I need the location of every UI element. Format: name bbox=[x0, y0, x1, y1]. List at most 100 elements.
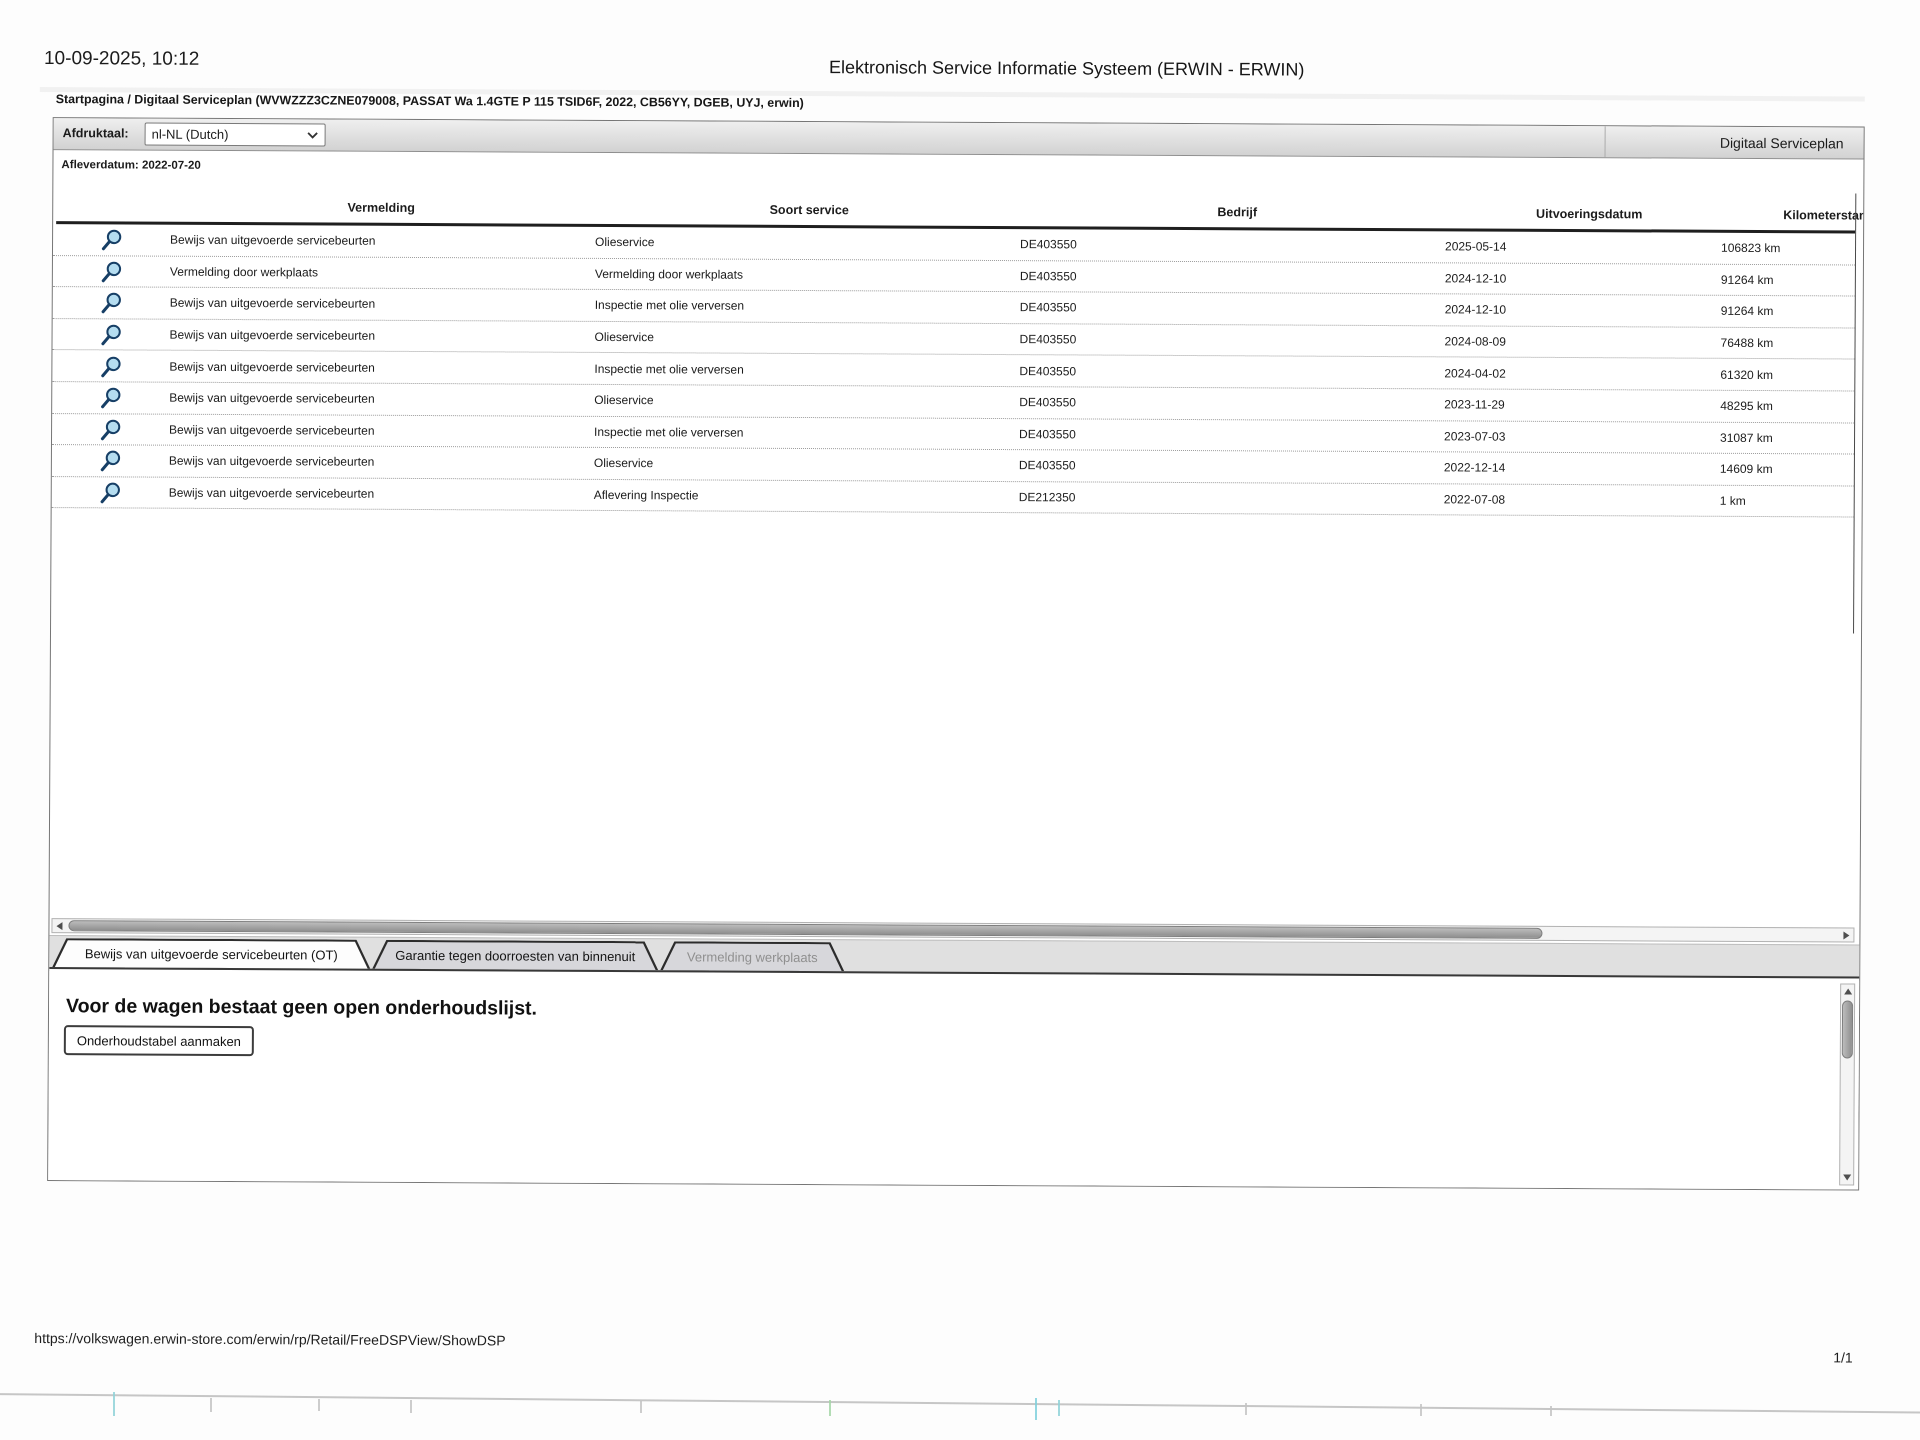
delivery-date: Afleverdatum: 2022-07-20 bbox=[61, 159, 201, 172]
cell-kilometerstand: 31087 km bbox=[1720, 430, 1773, 445]
magnifier-icon[interactable] bbox=[100, 291, 126, 315]
cell-soort-service: Olieservice bbox=[595, 235, 655, 250]
cell-uitvoeringsdatum: 2023-11-29 bbox=[1444, 397, 1505, 412]
magnifier-icon[interactable] bbox=[99, 449, 125, 473]
column-header-bedrijf: Bedrijf bbox=[1217, 205, 1258, 220]
cell-uitvoeringsdatum: 2024-12-10 bbox=[1444, 302, 1507, 318]
tab-vermelding-werkplaats[interactable]: Vermelding werkplaats bbox=[660, 941, 844, 971]
cell-kilometerstand: 91264 km bbox=[1720, 272, 1774, 287]
magnifier-icon[interactable] bbox=[100, 322, 126, 346]
chevron-down-icon bbox=[307, 127, 319, 142]
magnifier-icon[interactable] bbox=[100, 259, 126, 283]
toolbar: Afdruktaal: nl-NL (Dutch) Digitaal Servi… bbox=[53, 118, 1864, 160]
cell-vermelding: Bewijs van uitgevoerde servicebeurten bbox=[169, 422, 375, 438]
tab-label: Garantie tegen doorroesten van binnenuit bbox=[395, 947, 636, 965]
scroll-left-arrow[interactable] bbox=[52, 919, 66, 932]
cell-soort-service: Vermelding door werkplaats bbox=[594, 266, 744, 282]
cell-soort-service: Aflevering Inspectie bbox=[593, 487, 699, 503]
magnifier-icon[interactable] bbox=[99, 480, 125, 504]
scan-artifact bbox=[113, 1392, 115, 1416]
cell-uitvoeringsdatum: 2023-07-03 bbox=[1444, 429, 1506, 444]
scroll-down-arrow[interactable] bbox=[1840, 1170, 1853, 1184]
column-header-vermelding: Vermelding bbox=[347, 200, 415, 215]
scanned-page: 10-09-2025, 10:12 Elektronisch Service I… bbox=[0, 0, 1920, 1440]
print-language-value: nl-NL (Dutch) bbox=[151, 126, 229, 142]
print-language-select[interactable]: nl-NL (Dutch) bbox=[144, 122, 326, 147]
cell-uitvoeringsdatum: 2024-12-10 bbox=[1444, 271, 1507, 286]
cell-bedrijf: DE403550 bbox=[1019, 269, 1077, 284]
cell-kilometerstand: 106823 km bbox=[1721, 241, 1781, 256]
right-triangle-icon bbox=[1843, 930, 1850, 939]
create-maintenance-table-button[interactable]: Onderhoudstabel aanmaken bbox=[63, 1025, 255, 1057]
cell-uitvoeringsdatum: 2022-12-14 bbox=[1443, 460, 1506, 476]
magnifier-icon[interactable] bbox=[99, 386, 125, 410]
cell-kilometerstand: 76488 km bbox=[1720, 335, 1774, 351]
tab-garantie-doorroesten[interactable]: Garantie tegen doorroesten van binnenuit bbox=[372, 940, 658, 970]
cell-soort-service: Inspectie met olie verversen bbox=[594, 361, 744, 377]
cell-kilometerstand: 1 km bbox=[1719, 493, 1746, 508]
magnifier-icon[interactable] bbox=[99, 354, 125, 378]
column-header-kilometerstand: Kilometerstand bbox=[1783, 208, 1865, 223]
cell-soort-service: Olieservice bbox=[594, 393, 654, 408]
cell-vermelding: Bewijs van uitgevoerde servicebeurten bbox=[169, 327, 376, 343]
print-language-label: Afdruktaal: bbox=[62, 126, 129, 141]
magnifier-icon[interactable] bbox=[100, 228, 126, 252]
column-header-soort-service: Soort service bbox=[769, 202, 849, 218]
breadcrumb[interactable]: Startpagina / Digitaal Serviceplan (WVWZ… bbox=[56, 92, 804, 110]
cell-soort-service: Olieservice bbox=[593, 456, 654, 471]
tab-label: Bewijs van uitgevoerde servicebeurten (O… bbox=[84, 946, 338, 963]
cell-bedrijf: DE403550 bbox=[1018, 458, 1076, 473]
cell-vermelding: Vermelding door werkplaats bbox=[169, 264, 319, 280]
scan-artifact bbox=[318, 1399, 320, 1411]
cell-bedrijf: DE403550 bbox=[1020, 237, 1077, 252]
vertical-scrollbar-thumb[interactable] bbox=[1841, 1000, 1854, 1059]
column-header-uitvoeringsdatum: Uitvoeringsdatum bbox=[1536, 206, 1643, 222]
cell-kilometerstand: 48295 km bbox=[1720, 399, 1773, 414]
vertical-scrollbar[interactable] bbox=[1839, 983, 1856, 1186]
serviceplan-panel: Afdruktaal: nl-NL (Dutch) Digitaal Servi… bbox=[47, 117, 1865, 1191]
cell-vermelding: Bewijs van uitgevoerde servicebeurten bbox=[169, 296, 376, 312]
cell-soort-service: Inspectie met olie verversen bbox=[594, 298, 745, 314]
cell-vermelding: Bewijs van uitgevoerde servicebeurten bbox=[169, 390, 375, 407]
cell-vermelding: Bewijs van uitgevoerde servicebeurten bbox=[168, 485, 375, 501]
panel-title: Digitaal Serviceplan bbox=[1604, 126, 1864, 159]
up-triangle-icon bbox=[1843, 988, 1852, 995]
scan-artifact bbox=[1550, 1406, 1552, 1416]
cell-uitvoeringsdatum: 2025-05-14 bbox=[1445, 239, 1507, 254]
cell-kilometerstand: 14609 km bbox=[1719, 462, 1773, 477]
cell-vermelding: Bewijs van uitgevoerde servicebeurten bbox=[169, 359, 375, 375]
tab-bewijs-servicebeurten-ot[interactable]: Bewijs van uitgevoerde servicebeurten (O… bbox=[52, 938, 370, 969]
left-triangle-icon bbox=[56, 921, 63, 930]
cell-bedrijf: DE403550 bbox=[1019, 332, 1077, 347]
tab-label: Vermelding werkplaats bbox=[686, 949, 818, 966]
cell-kilometerstand: 61320 km bbox=[1720, 367, 1774, 382]
cell-soort-service: Olieservice bbox=[594, 329, 654, 345]
magnifier-icon[interactable] bbox=[99, 417, 125, 441]
cell-vermelding: Bewijs van uitgevoerde servicebeurten bbox=[168, 454, 375, 470]
print-datetime: 10-09-2025, 10:12 bbox=[43, 48, 200, 70]
scan-artifact bbox=[1035, 1398, 1037, 1420]
scan-artifact bbox=[640, 1401, 642, 1413]
app-title: Elektronisch Service Informatie Systeem … bbox=[828, 57, 1305, 80]
cell-bedrijf: DE403550 bbox=[1019, 395, 1076, 410]
cell-uitvoeringsdatum: 2024-04-02 bbox=[1444, 366, 1506, 381]
cell-bedrijf: DE403550 bbox=[1019, 300, 1077, 315]
cell-soort-service: Inspectie met olie verversen bbox=[594, 424, 744, 440]
cell-bedrijf: DE212350 bbox=[1018, 490, 1076, 505]
service-table: Bewijs van uitgevoerde servicebeurten Ol… bbox=[51, 224, 1856, 518]
down-triangle-icon bbox=[1842, 1174, 1851, 1181]
maintenance-panel: Voor de wagen bestaat geen open onderhou… bbox=[48, 971, 1862, 1191]
cell-bedrijf: DE403550 bbox=[1019, 426, 1076, 442]
scan-artifact bbox=[1420, 1404, 1422, 1416]
scroll-right-arrow[interactable] bbox=[1839, 928, 1853, 941]
cell-vermelding: Bewijs van uitgevoerde servicebeurten bbox=[170, 232, 376, 249]
cell-bedrijf: DE403550 bbox=[1019, 363, 1077, 379]
scan-artifact bbox=[410, 1400, 412, 1413]
scan-artifact bbox=[210, 1398, 212, 1412]
footer-url: https://volkswagen.erwin-store.com/erwin… bbox=[34, 1329, 506, 1349]
scan-artifact bbox=[1245, 1403, 1247, 1415]
cell-uitvoeringsdatum: 2022-07-08 bbox=[1443, 492, 1506, 507]
scroll-up-arrow[interactable] bbox=[1841, 984, 1854, 998]
cell-uitvoeringsdatum: 2024-08-09 bbox=[1444, 334, 1506, 349]
no-open-maintenance-message: Voor de wagen bestaat geen open onderhou… bbox=[65, 995, 538, 1020]
